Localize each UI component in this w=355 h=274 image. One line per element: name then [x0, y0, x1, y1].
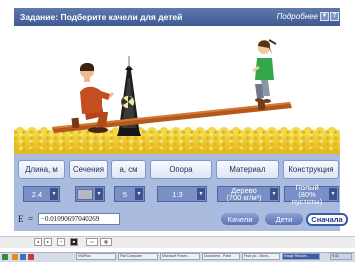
header-construction-label: Конструкция	[288, 165, 334, 174]
section-shape-icon	[77, 188, 93, 200]
host-grid-icon[interactable]: ▦	[100, 238, 112, 246]
app-window: Задание: Подберите качели для детей Подр…	[0, 0, 355, 274]
construction-dropdown-arrow-icon[interactable]: ▼	[329, 188, 337, 200]
material-density: (700 кг/м³)	[226, 193, 262, 202]
header-support: Опора	[150, 160, 212, 179]
material-select[interactable]: Дерево (700 кг/м³) ▼	[217, 186, 280, 202]
header-section: Сечения	[69, 160, 108, 179]
header-length-label: Длина, м	[25, 165, 58, 174]
more-info-link[interactable]: Подробнее	[277, 12, 318, 21]
seesaw-scene	[14, 26, 340, 154]
media-icon[interactable]	[28, 254, 34, 260]
header-a-label: а, см	[119, 165, 138, 174]
construction-voids: (80% пустоты)	[291, 189, 323, 206]
girl-figure	[252, 39, 277, 103]
header-construction: Конструкция	[283, 160, 339, 179]
host-toolbar	[0, 236, 355, 248]
section-select[interactable]: ▼	[75, 186, 105, 202]
kids-button[interactable]: Дети	[265, 213, 303, 225]
taskbar-clock: 9:41	[330, 253, 352, 260]
a-dropdown-arrow-icon[interactable]: ▼	[135, 188, 143, 200]
length-value: 2.4	[31, 189, 43, 199]
length-dropdown-arrow-icon[interactable]: ▼	[50, 188, 58, 200]
construction-select[interactable]: Полый (80% пустоты) ▼	[284, 183, 339, 206]
swing-button[interactable]: Качели	[221, 213, 259, 225]
browser-icon[interactable]	[20, 254, 26, 260]
host-stop-icon[interactable]: ■	[70, 238, 78, 246]
support-select[interactable]: 1:3 ▼	[157, 186, 207, 202]
taskbar-item-5[interactable]: Fruit pic - Micro...	[242, 253, 280, 260]
taskbar-item-3[interactable]: Microsoft Power...	[160, 253, 200, 260]
support-dropdown-arrow-icon[interactable]: ▼	[197, 188, 205, 200]
seesaw-illustration	[52, 39, 292, 136]
header-section-label: Сечения	[73, 165, 104, 174]
support-value: 1:3	[172, 189, 183, 199]
a-select[interactable]: 5 ▼	[114, 186, 145, 202]
header-support-label: Опора	[169, 165, 193, 174]
material-dropdown-arrow-icon[interactable]: ▼	[270, 188, 278, 200]
host-view-icon[interactable]: ▭	[86, 238, 98, 246]
energy-label: E	[18, 214, 24, 224]
header-material: Материал	[216, 160, 279, 179]
reset-button[interactable]: Сначала	[306, 213, 348, 226]
host-prev-icon[interactable]: ◂	[34, 238, 42, 246]
taskbar-item-1[interactable]: InfoPlus	[76, 253, 116, 260]
header-a: а, см	[111, 160, 146, 179]
help-icon[interactable]: ?	[330, 12, 339, 21]
material-value: Дерево (700 кг/м³)	[226, 187, 270, 202]
dropdown-icon[interactable]: ▼	[320, 12, 329, 21]
header-length: Длина, м	[18, 160, 65, 179]
section-dropdown-arrow-icon[interactable]: ▼	[95, 188, 103, 200]
header-material-label: Материал	[229, 165, 266, 174]
taskbar-item-2[interactable]: Flat Computer	[118, 253, 158, 260]
task-title: Задание: Подберите качели для детей	[20, 12, 183, 22]
quicklaunch-icon[interactable]	[12, 254, 18, 260]
task-title-bar: Задание: Подберите качели для детей Подр…	[14, 8, 340, 26]
fan-icon	[121, 95, 135, 109]
energy-value-field: −0.010906970402​69	[38, 213, 120, 225]
host-zoom-icon[interactable]: +	[57, 238, 65, 246]
energy-symbol: E	[18, 214, 24, 224]
length-select[interactable]: 2.4 ▼	[23, 186, 60, 202]
host-next-icon[interactable]: ▸	[44, 238, 52, 246]
taskbar-item-6[interactable]: Image Resizer...	[282, 253, 320, 260]
energy-equals: =	[28, 214, 34, 224]
taskbar-item-4[interactable]: Document - Paint	[202, 253, 240, 260]
start-icon[interactable]	[2, 254, 8, 260]
